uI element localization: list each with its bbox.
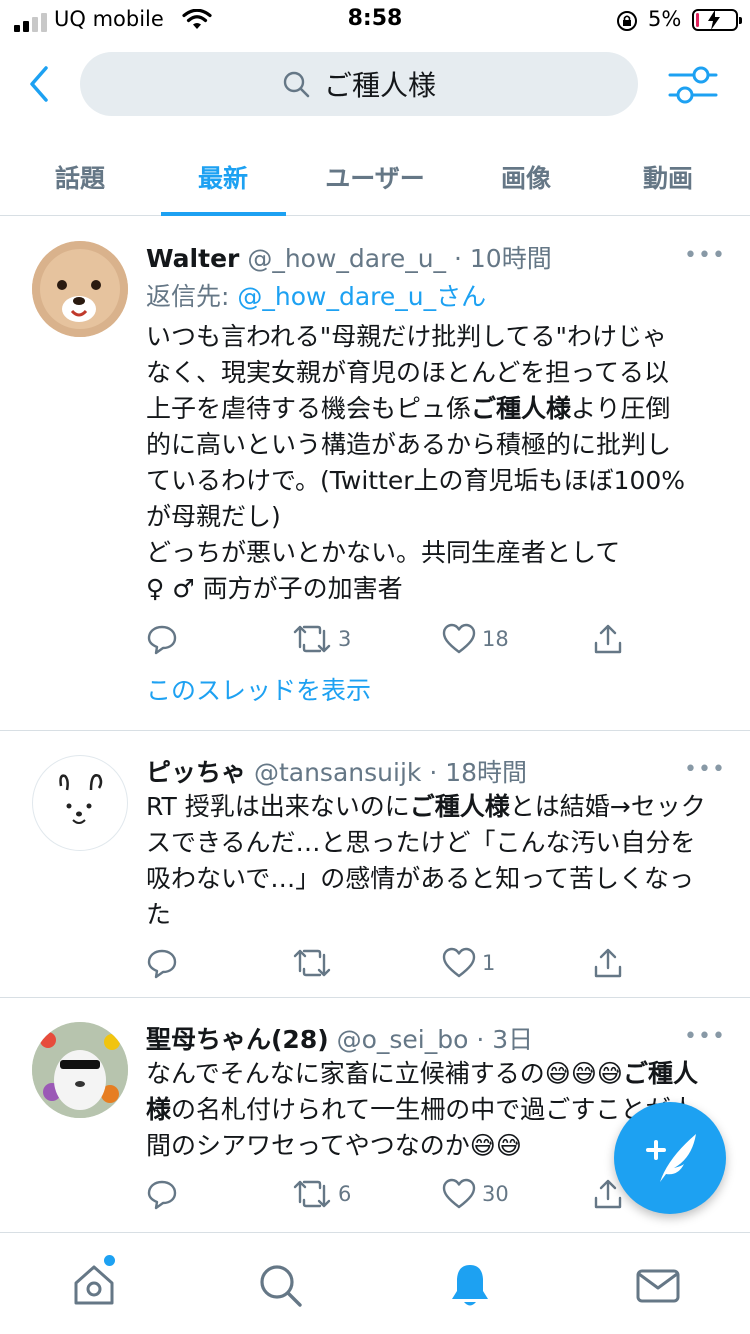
display-name[interactable]: 聖母ちゃん(28) bbox=[146, 1025, 329, 1054]
search-input[interactable]: ご種人様 bbox=[80, 52, 638, 116]
battery-percent: 5% bbox=[648, 7, 682, 31]
reply-context: 返信先: @_how_dare_u_さん bbox=[146, 277, 486, 313]
search-highlight: ご種人様 bbox=[409, 792, 510, 821]
handle[interactable]: @o_sei_bo bbox=[337, 1025, 469, 1054]
like-button[interactable]: 18 bbox=[442, 619, 509, 659]
tweet-actions: 1 bbox=[146, 943, 706, 983]
tweet[interactable]: ピッちゃ @tansansuijk · 18時間 ••• RT 授乳は出来ないの… bbox=[0, 731, 750, 998]
retweet-button[interactable] bbox=[292, 943, 338, 983]
share-button[interactable] bbox=[592, 943, 624, 983]
like-count: 30 bbox=[482, 1182, 509, 1206]
search-query: ご種人様 bbox=[323, 69, 436, 102]
show-thread-link[interactable]: このスレッドを表示 bbox=[146, 671, 371, 707]
reply-prefix: 返信先: bbox=[146, 282, 230, 311]
active-tab-indicator bbox=[161, 212, 286, 216]
tweet-text: RT 授乳は出来ないのにご種人様とは結婚→セックスできるんだ…と思ったけど「こん… bbox=[146, 792, 706, 929]
reply-button[interactable] bbox=[146, 619, 178, 659]
emoji: 😅 bbox=[544, 1059, 571, 1088]
retweet-count: 6 bbox=[338, 1182, 352, 1206]
bottom-navigation bbox=[0, 1232, 750, 1334]
tweet-header: Walter @_how_dare_u_ · 10時間 bbox=[146, 239, 552, 275]
status-bar: UQ mobile 8:58 5% bbox=[0, 0, 750, 40]
reply-icon bbox=[147, 625, 177, 655]
avatar[interactable] bbox=[32, 755, 128, 851]
like-icon bbox=[442, 1178, 476, 1209]
tweet-line: いつも言われる"母親だけ批判してる"わけじゃ bbox=[146, 322, 667, 351]
separator-dot: · bbox=[454, 244, 462, 273]
battery-icon bbox=[692, 9, 742, 31]
tab-photos[interactable]: 画像 bbox=[466, 138, 586, 216]
like-button[interactable]: 30 bbox=[442, 1174, 509, 1214]
retweet-count: 3 bbox=[338, 627, 352, 651]
separator-dot: · bbox=[429, 758, 438, 787]
tweet-line: ♀ ♂ 両方が子の加害者 bbox=[146, 574, 403, 603]
reply-to-link[interactable]: @_how_dare_u_さん bbox=[237, 282, 486, 311]
retweet-icon bbox=[293, 625, 331, 653]
timestamp: 3日 bbox=[492, 1025, 534, 1054]
emoji: 😅 bbox=[596, 1059, 623, 1088]
rotation-lock-icon bbox=[617, 11, 637, 31]
compose-icon bbox=[646, 1134, 696, 1182]
tweet-line: 的に高いという構造があるから積極的に批判し bbox=[146, 430, 672, 459]
tweet-actions: 3 18 bbox=[146, 619, 706, 659]
tab-latest[interactable]: 最新 bbox=[163, 138, 283, 216]
emoji: 😅 bbox=[469, 1131, 496, 1160]
tweet-line: ているわけで。(Twitter上の育児垢もほぼ100% bbox=[146, 466, 686, 495]
like-button[interactable]: 1 bbox=[442, 943, 495, 983]
separator-dot: · bbox=[476, 1025, 485, 1054]
tweet-line: なく、現実女親が育児のほとんどを担ってる以 bbox=[146, 358, 670, 387]
retweet-button[interactable]: 3 bbox=[292, 619, 351, 659]
retweet-button[interactable]: 6 bbox=[292, 1174, 351, 1214]
like-count: 1 bbox=[482, 951, 496, 975]
retweet-icon bbox=[293, 1180, 331, 1208]
timestamp: 10時間 bbox=[469, 244, 552, 273]
avatar[interactable] bbox=[32, 1022, 128, 1118]
home-icon[interactable] bbox=[70, 1261, 118, 1309]
display-name[interactable]: Walter bbox=[146, 244, 239, 273]
tweet-line: どっちが悪いとかない。共同生産者として bbox=[146, 538, 621, 567]
more-options-icon[interactable]: ••• bbox=[684, 243, 726, 268]
emoji: 😅 bbox=[495, 1131, 522, 1160]
new-content-indicator bbox=[104, 1255, 115, 1266]
search-icon bbox=[283, 71, 310, 98]
tweet-text: いつも言われる"母親だけ批判してる"わけじゃ なく、現実女親が育児のほとんどを担… bbox=[146, 319, 718, 607]
tweet-line: が母親だし) bbox=[146, 502, 281, 531]
more-options-icon[interactable]: ••• bbox=[684, 757, 726, 782]
back-chevron-icon[interactable] bbox=[24, 64, 56, 104]
explore-icon[interactable] bbox=[256, 1261, 304, 1309]
handle[interactable]: @_how_dare_u_ bbox=[247, 244, 446, 273]
like-icon bbox=[442, 947, 476, 978]
search-tabs: 話題 最新 ユーザー 画像 動画 bbox=[0, 138, 750, 216]
tab-top[interactable]: 話題 bbox=[20, 138, 140, 216]
tab-people[interactable]: ユーザー bbox=[300, 138, 450, 216]
reply-button[interactable] bbox=[146, 1174, 178, 1214]
reply-icon bbox=[147, 949, 177, 979]
tweet[interactable]: Walter @_how_dare_u_ · 10時間 ••• 返信先: @_h… bbox=[0, 217, 750, 731]
tab-videos[interactable]: 動画 bbox=[608, 138, 728, 216]
like-icon bbox=[442, 623, 476, 654]
reply-button[interactable] bbox=[146, 943, 178, 983]
retweet-icon bbox=[293, 949, 331, 977]
share-icon bbox=[594, 948, 622, 978]
search-highlight: ご種人様 bbox=[471, 394, 572, 423]
avatar[interactable] bbox=[32, 241, 128, 337]
tweet-header: 聖母ちゃん(28) @o_sei_bo · 3日 bbox=[146, 1020, 533, 1056]
more-options-icon[interactable]: ••• bbox=[684, 1024, 726, 1049]
share-icon bbox=[594, 624, 622, 654]
emoji: 😅 bbox=[570, 1059, 597, 1088]
share-button[interactable] bbox=[592, 619, 624, 659]
tweet-line: 上子を虐待する機会もピュ係ご種人様より圧倒 bbox=[146, 394, 671, 423]
like-count: 18 bbox=[482, 627, 509, 651]
display-name[interactable]: ピッちゃ bbox=[146, 758, 246, 787]
messages-icon[interactable] bbox=[634, 1261, 682, 1309]
reply-icon bbox=[147, 1180, 177, 1210]
handle[interactable]: @tansansuijk bbox=[254, 758, 421, 787]
filter-sliders-icon[interactable] bbox=[668, 64, 718, 106]
compose-tweet-button[interactable] bbox=[614, 1102, 726, 1214]
tweet-header: ピッちゃ @tansansuijk · 18時間 bbox=[146, 753, 527, 789]
timestamp: 18時間 bbox=[445, 758, 528, 787]
notifications-icon[interactable] bbox=[446, 1261, 494, 1309]
